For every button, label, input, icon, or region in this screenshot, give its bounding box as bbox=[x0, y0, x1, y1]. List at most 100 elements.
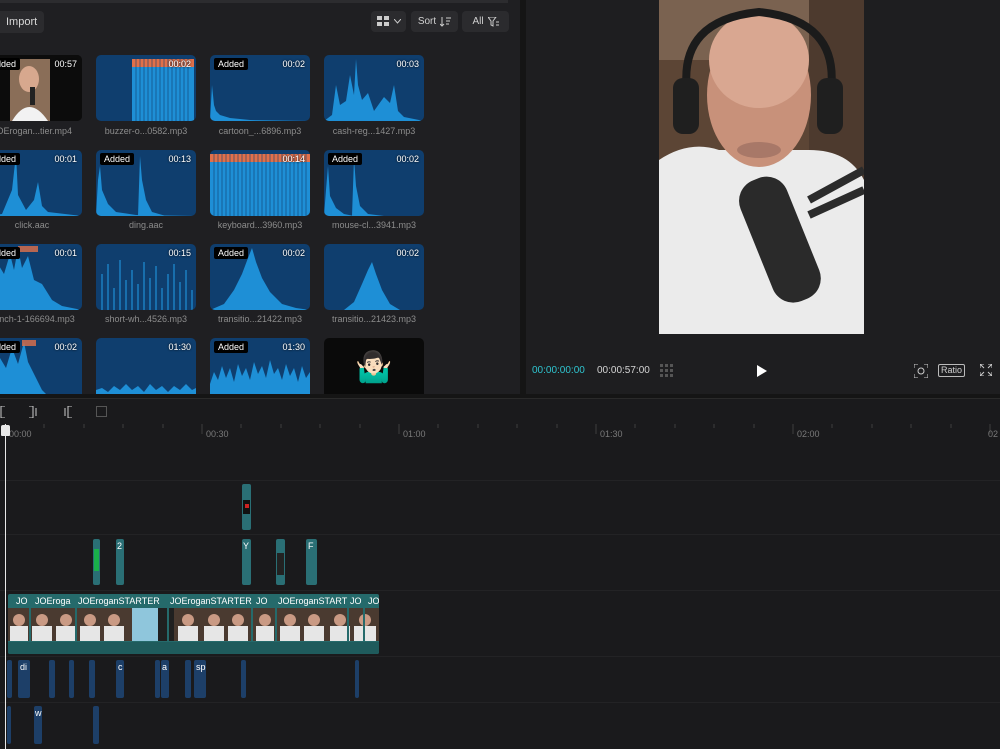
media-item-audio[interactable]: Added 00:02 bbox=[0, 338, 82, 394]
added-badge: Added bbox=[214, 58, 249, 70]
segment-label: JO bbox=[368, 596, 379, 606]
media-item-name: ding.aac bbox=[128, 220, 164, 230]
media-item-audio[interactable]: 00:14 bbox=[210, 150, 310, 216]
duration-label: 00:02 bbox=[282, 59, 305, 69]
added-badge: Added bbox=[0, 341, 21, 353]
media-item-audio[interactable]: 01:30 bbox=[96, 338, 196, 394]
duration-label: 00:01 bbox=[54, 248, 77, 258]
panel-scrollbar[interactable] bbox=[0, 0, 508, 3]
total-duration: 00:00:57:00 bbox=[597, 365, 650, 376]
segment-label: JO bbox=[256, 596, 268, 606]
media-item-audio[interactable]: 00:03 bbox=[324, 55, 424, 121]
media-item-name: keyboard...3960.mp3 bbox=[217, 220, 303, 230]
ratio-button[interactable]: Ratio bbox=[938, 364, 966, 377]
audio-clip[interactable] bbox=[89, 660, 95, 698]
media-item-audio[interactable]: Added 01:30 bbox=[210, 338, 310, 394]
effect-clip[interactable]: 2 bbox=[116, 539, 124, 585]
effect-clip[interactable]: Y bbox=[242, 539, 251, 585]
ruler-time-label: 01:30 bbox=[600, 429, 623, 439]
duration-label: 00:57 bbox=[54, 59, 77, 69]
media-item-name: transitio...21423.mp3 bbox=[331, 314, 417, 324]
trim-right-icon[interactable] bbox=[62, 406, 72, 418]
effect-clip[interactable] bbox=[276, 539, 285, 585]
added-badge: Added bbox=[0, 153, 21, 165]
main-video-track[interactable]: JO JOErogа JOEroganSTARTER JOEroganSTART… bbox=[8, 594, 379, 654]
play-icon[interactable] bbox=[757, 365, 767, 377]
audio-clip[interactable]: sp bbox=[194, 660, 206, 698]
duration-label: 00:02 bbox=[168, 59, 191, 69]
audio-clip[interactable]: c bbox=[116, 660, 124, 698]
duration-label: 01:30 bbox=[282, 342, 305, 352]
fullscreen-icon[interactable] bbox=[980, 364, 992, 376]
segment-label: JO bbox=[350, 596, 362, 606]
import-button[interactable]: Import bbox=[0, 11, 45, 33]
media-item-audio[interactable]: 00:02 bbox=[96, 55, 196, 121]
added-badge: Added bbox=[0, 247, 21, 259]
media-item-audio[interactable]: 00:15 bbox=[96, 244, 196, 310]
split-icon[interactable] bbox=[0, 406, 6, 418]
delete-icon[interactable] bbox=[96, 406, 107, 417]
media-item-audio[interactable]: Added 00:02 bbox=[210, 55, 310, 121]
audio-clip[interactable] bbox=[7, 706, 11, 744]
media-item-audio[interactable]: Added 00:02 bbox=[210, 244, 310, 310]
trim-left-icon[interactable] bbox=[29, 406, 39, 418]
timeline-tracks: 2 Y F JO JOErogа JOEroganSTARTER JOEroga… bbox=[0, 442, 1000, 749]
current-timecode: 00:00:00:00 bbox=[532, 365, 585, 376]
timeline-ruler[interactable]: 00:00 00:30 01:00 01:30 02:00 02 bbox=[0, 424, 1000, 442]
media-item-audio[interactable]: Added 00:02 bbox=[324, 150, 424, 216]
effect-clip[interactable]: F bbox=[306, 539, 317, 585]
media-item-name: cash-reg...1427.mp3 bbox=[332, 126, 416, 136]
playhead-handle[interactable] bbox=[1, 425, 10, 436]
overlay-clip[interactable] bbox=[242, 484, 251, 530]
media-item-audio[interactable]: Added 00:13 bbox=[96, 150, 196, 216]
preview-player: 00:00:00:00 00:00:57:00 Ratio bbox=[526, 0, 1000, 394]
duration-label: 00:01 bbox=[54, 154, 77, 164]
audio-clip[interactable] bbox=[241, 660, 246, 698]
audio-clip[interactable] bbox=[7, 660, 12, 698]
view-mode-button[interactable] bbox=[371, 11, 406, 32]
audio-clip[interactable] bbox=[185, 660, 191, 698]
shrug-emoji-sticker: 🤷🏻‍♂️ bbox=[355, 351, 393, 384]
sort-icon bbox=[440, 16, 452, 27]
audio-waveform-strip bbox=[8, 642, 379, 654]
ruler-time-label: 01:00 bbox=[403, 429, 426, 439]
video-thumbnail-strip bbox=[8, 608, 379, 641]
sort-label: Sort bbox=[417, 16, 437, 27]
media-item-name: cartoon_...6896.mp3 bbox=[218, 126, 302, 136]
audio-clip[interactable] bbox=[69, 660, 74, 698]
media-item-sticker[interactable]: 🤷🏻‍♂️ bbox=[324, 338, 424, 394]
clip-label: a bbox=[162, 662, 168, 672]
clip-thumbnail-detail bbox=[245, 504, 249, 508]
duration-label: 00:03 bbox=[396, 59, 419, 69]
media-item-audio[interactable]: 00:02 bbox=[324, 244, 424, 310]
fit-view-icon[interactable] bbox=[914, 364, 928, 378]
audio-clip[interactable] bbox=[355, 660, 359, 698]
video-frame-image bbox=[659, 0, 864, 334]
audio-clip[interactable] bbox=[93, 706, 99, 744]
segment-label: JOEroganSTARTER bbox=[78, 596, 160, 606]
audio-clip[interactable]: a bbox=[161, 660, 169, 698]
clip-label: F bbox=[308, 541, 314, 551]
playhead-line[interactable] bbox=[5, 424, 6, 749]
audio-clip[interactable]: w bbox=[34, 706, 42, 744]
sort-button[interactable]: Sort bbox=[411, 11, 458, 32]
segment-label: JO bbox=[16, 596, 28, 606]
media-item-audio[interactable]: Added 00:01 bbox=[0, 244, 82, 310]
media-item-video[interactable]: Added 00:57 bbox=[0, 55, 82, 121]
audio-clip[interactable]: di bbox=[18, 660, 30, 698]
track-divider bbox=[0, 534, 1000, 535]
timecode-grid-icon[interactable] bbox=[660, 364, 680, 378]
duration-label: 00:02 bbox=[396, 248, 419, 258]
audio-clip[interactable] bbox=[155, 660, 160, 698]
ruler-ticks bbox=[4, 424, 991, 434]
audio-clip[interactable] bbox=[49, 660, 55, 698]
duration-label: 00:02 bbox=[282, 248, 305, 258]
duration-label: 01:30 bbox=[168, 342, 191, 352]
track-divider bbox=[0, 702, 1000, 703]
filter-button[interactable]: All bbox=[462, 11, 509, 32]
media-item-audio[interactable]: Added 00:01 bbox=[0, 150, 82, 216]
clip-label: w bbox=[35, 708, 42, 718]
duration-label: 00:14 bbox=[282, 154, 305, 164]
filter-label: All bbox=[472, 16, 484, 27]
effect-clip[interactable] bbox=[93, 539, 100, 585]
